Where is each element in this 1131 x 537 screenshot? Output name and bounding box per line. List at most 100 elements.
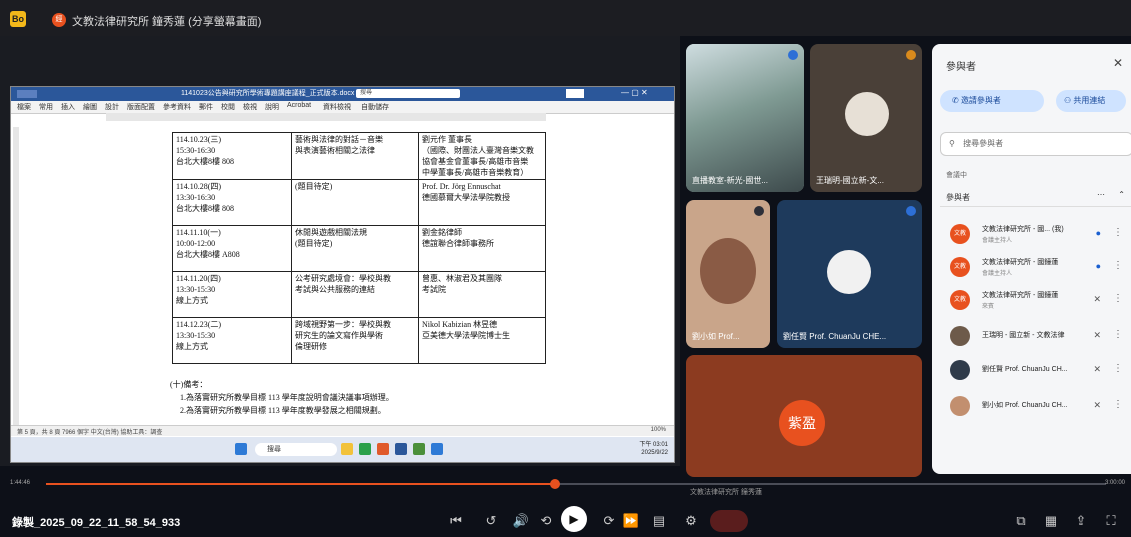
mic-off-icon[interactable]: ✕ [1093, 364, 1101, 375]
menu-item[interactable]: 郵件 [199, 102, 213, 112]
file-explorer-icon[interactable] [341, 443, 353, 455]
chevron-up-icon[interactable]: ⌃ [1118, 190, 1125, 199]
autosave-icon[interactable] [17, 90, 37, 98]
table-row: 114.10.23(三) 15:30-16:30 台北大樓8樓 808 藝術與法律的… [172, 132, 546, 180]
more-icon[interactable]: ⋯ [1097, 190, 1105, 199]
speed-icon[interactable]: ⏩ [620, 510, 642, 532]
volume-icon[interactable]: 🔊 [510, 510, 532, 532]
more-vert-icon[interactable]: ⋮ [1113, 363, 1123, 374]
participant-video [700, 238, 756, 304]
settings-icon[interactable]: ⚙ [680, 510, 702, 532]
rewind-icon[interactable]: ⏮ [445, 510, 467, 532]
share-icon[interactable]: ⇪ [1070, 510, 1092, 532]
phone-icon: ✆ [952, 96, 959, 105]
forward-icon[interactable]: ⟳ [598, 510, 620, 532]
more-vert-icon[interactable]: ⋮ [1113, 260, 1123, 271]
menu-item[interactable]: 校閱 [221, 102, 235, 112]
menu-item[interactable]: 檔案 [17, 102, 31, 112]
clock-time: 下午 03:01 [639, 442, 668, 448]
menu-item[interactable]: 版面配置 [127, 102, 155, 112]
participant-row[interactable]: 文教 文教法律研究所 - 國... (我) 會議主持人 ● ⋮ [940, 219, 1131, 249]
participant-row[interactable]: 王瑞明 - 國立新 - 文教法律 ✕ ⋮ [940, 321, 1131, 351]
menu-item[interactable]: 參考資料 [163, 102, 191, 112]
app-icon[interactable] [431, 443, 443, 455]
participant-row[interactable]: 文教 文教法律研究所 - 國鐘蓮 會議主持人 ● ⋮ [940, 252, 1131, 282]
captions-icon[interactable]: ▤ [648, 510, 670, 532]
participant-role: 會議主持人 [982, 238, 1013, 244]
table-cell-topic: 休閒與遊戲相關法規 (題目待定) [291, 225, 419, 272]
word-icon[interactable] [395, 443, 407, 455]
menu-item[interactable]: 說明 [265, 102, 279, 112]
avatar [950, 360, 970, 380]
menu-item[interactable]: 設計 [105, 102, 119, 112]
participant-avatar: 紫盈 [779, 400, 825, 446]
invite-button[interactable]: ✆ 邀請參與者 [940, 90, 1044, 112]
muted-icon [754, 206, 764, 216]
more-vert-icon[interactable]: ⋮ [1113, 227, 1123, 238]
participant-search-input[interactable]: ⚲ 搜尋參與者 [940, 132, 1131, 156]
mic-icon[interactable]: ● [1096, 261, 1101, 271]
end-button[interactable] [710, 510, 748, 532]
table-cell-time: 114.12.23(二) 13:30-15:30 線上方式 [172, 317, 292, 364]
note-line: 2.為落實研究所教學目標 113 學年度教學發展之相關規劃。 [180, 406, 386, 415]
menu-item[interactable]: Acrobat [287, 102, 311, 109]
participant-photo [827, 250, 871, 294]
browser-icon[interactable] [359, 443, 371, 455]
word-search-input[interactable]: 搜尋 [356, 89, 460, 98]
video-tile[interactable]: 劉小如 Prof... [686, 200, 770, 348]
time-total: 3:00:00 [1104, 480, 1125, 486]
more-vert-icon[interactable]: ⋮ [1113, 399, 1123, 410]
participant-row[interactable]: 劉小如 Prof. ChuanJu CH... ✕ ⋮ [940, 391, 1131, 421]
menu-item[interactable]: 常用 [39, 102, 53, 112]
time-current: 1:44:46 [10, 480, 31, 486]
app-icon[interactable] [377, 443, 389, 455]
share-link-button[interactable]: ⚇ 共用連結 [1056, 90, 1126, 112]
app-logo-icon: Bo [10, 11, 26, 27]
participant-row[interactable]: 文教 文教法律研究所 - 國鐘蓮 來賓 ✕ ⋮ [940, 285, 1131, 315]
group-label: 參與者 [946, 193, 970, 202]
table-cell-time: 114.11.10(一) 10:00-12:00 台北大樓8樓 A808 [172, 225, 292, 272]
more-vert-icon[interactable]: ⋮ [1113, 329, 1123, 340]
participant-group-header[interactable]: 參與者 ⋯ ⌃ [940, 188, 1131, 207]
windows-start-icon[interactable] [235, 443, 247, 455]
zoom-level[interactable]: 100% [651, 427, 666, 433]
avatar [950, 326, 970, 346]
word-status-bar: 第 5 頁，共 8 頁 7966 個字 中文(台灣) 協助工具：調查 100% [11, 425, 674, 436]
table-cell-time: 114.10.28(四) 13:30-16:30 台北大樓8樓 808 [172, 179, 292, 226]
more-vert-icon[interactable]: ⋮ [1113, 293, 1123, 304]
meeting-badge: 經 [52, 13, 66, 27]
word-title-bar: 1141023公告與研究所學術專題講座議程_正式版本.docx - 唯讀 - W… [11, 87, 674, 101]
share-link-label: 共用連結 [1073, 96, 1106, 105]
fullscreen-icon[interactable]: ⛶ [1100, 510, 1122, 532]
table-cell-speaker: 曾惠、林淑君及其團隊 考試院 [418, 271, 546, 318]
menu-item[interactable]: 插入 [61, 102, 75, 112]
table-row: 114.11.20(四) 13:30-15:30 線上方式 公考研究處境會：學校與教… [172, 271, 546, 318]
mic-off-icon[interactable]: ✕ [1093, 330, 1101, 341]
progress-fill [46, 483, 555, 485]
mic-off-icon[interactable]: ✕ [1093, 400, 1101, 411]
mic-icon[interactable]: ● [1096, 228, 1101, 238]
menu-item[interactable]: 繪圖 [83, 102, 97, 112]
skip-back-icon[interactable]: ↺ [480, 510, 502, 532]
participant-row[interactable]: 劉任賢 Prof. ChuanJu CH... ✕ ⋮ [940, 355, 1131, 385]
replay-icon[interactable]: ⟲ [535, 510, 557, 532]
app-icon[interactable] [413, 443, 425, 455]
play-button[interactable]: ▶ [561, 506, 587, 532]
video-tile[interactable]: 劉任賢 Prof. ChuanJu CHE... [777, 200, 922, 348]
menu-item[interactable]: 自動儲存 [361, 102, 389, 112]
video-tile[interactable]: 直播教室-新光-國世... [686, 44, 804, 192]
menu-item[interactable]: 資料檢視 [323, 102, 351, 112]
video-tile[interactable]: 紫盈 [686, 355, 922, 477]
progress-knob[interactable] [549, 479, 560, 489]
mic-off-icon[interactable]: ✕ [1093, 294, 1101, 305]
account-icon[interactable] [566, 89, 584, 98]
menu-item[interactable]: 檢視 [243, 102, 257, 112]
participant-name: 劉任賢 Prof. ChuanJu CH... [982, 366, 1068, 373]
video-tile[interactable]: 王瑞明-國立新-文... [810, 44, 922, 192]
picture-in-picture-icon[interactable]: ⧉ [1010, 510, 1032, 532]
close-icon[interactable]: ✕ [1113, 56, 1123, 70]
taskbar-search[interactable]: 搜尋 [255, 443, 337, 456]
layout-icon[interactable]: ▦ [1040, 510, 1062, 532]
invite-button-label: 邀請參與者 [960, 96, 1001, 105]
window-controls-icon[interactable]: — ▢ ✕ [621, 88, 648, 97]
